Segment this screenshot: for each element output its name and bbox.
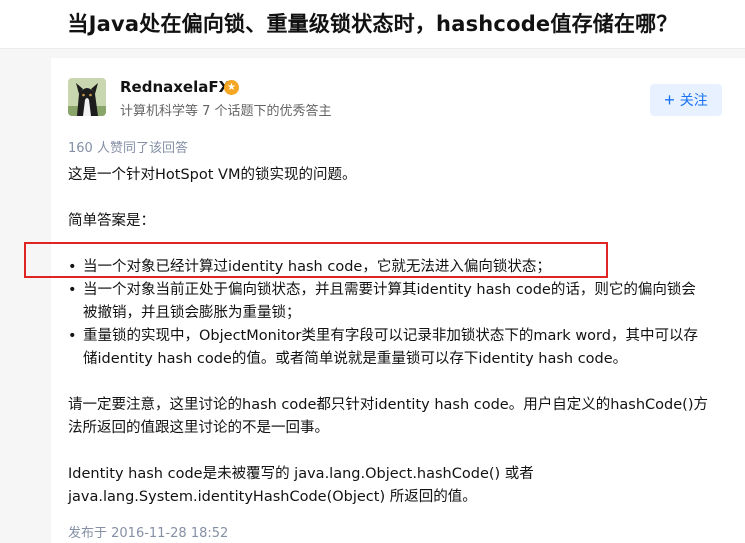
intro-paragraph: 这是一个针对HotSpot VM的锁实现的问题。 <box>68 167 357 183</box>
list-item-line: 被撤销，并且锁会膨胀为重量锁； <box>83 305 301 321</box>
bullet-icon: • <box>68 282 77 298</box>
final-paragraph: Identity hash code是未被覆写的 java.lang.Objec… <box>68 463 534 509</box>
question-header: 当Java处在偏向锁、重量级锁状态时，hashcode值存储在哪？ <box>0 0 745 49</box>
author-avatar[interactable] <box>68 78 106 116</box>
question-title[interactable]: 当Java处在偏向锁、重量级锁状态时，hashcode值存储在哪？ <box>0 0 745 48</box>
short-answer-label: 简单答案是： <box>68 213 155 229</box>
bullet-icon: • <box>68 328 77 344</box>
highlight-annotation-box <box>24 242 608 278</box>
author-headline[interactable]: 计算机科学等 7 个话题下的优秀答主 <box>120 100 332 119</box>
list-item-text: 重量锁的实现中，ObjectMonitor类里有字段可以记录非加锁状态下的mar… <box>83 325 728 371</box>
list-item-text: 当一个对象当前正处于偏向锁状态，并且需要计算其identity hash cod… <box>83 279 728 325</box>
page: 当Java处在偏向锁、重量级锁状态时，hashcode值存储在哪？ Rednax… <box>0 0 745 543</box>
follow-button[interactable]: + 关注 <box>650 84 722 116</box>
answer-card: RednaxelaFX ★ 计算机科学等 7 个话题下的优秀答主 + 关注 16… <box>51 58 745 543</box>
star-glyph: ★ <box>227 82 236 93</box>
note-line: 法所返回的值跟这里讨论的不是一回事。 <box>68 420 329 436</box>
note-line: 请一定要注意，这里讨论的hash code都只针对identity hash c… <box>68 397 708 413</box>
final-line: Identity hash code是未被覆写的 java.lang.Objec… <box>68 466 534 482</box>
list-item-line: 重量锁的实现中，ObjectMonitor类里有字段可以记录非加锁状态下的mar… <box>83 328 698 344</box>
list-item-line: 当一个对象当前正处于偏向锁状态，并且需要计算其identity hash cod… <box>83 282 696 298</box>
final-line: java.lang.System.identityHashCode(Object… <box>68 489 477 505</box>
plus-icon: + <box>664 90 675 110</box>
list-item-line: 储identity hash code的值。或者简单说就是重量锁可以存下iden… <box>83 351 628 367</box>
author-name[interactable]: RednaxelaFX <box>120 78 230 96</box>
follow-label: 关注 <box>679 92 708 108</box>
star-badge-icon[interactable]: ★ <box>224 80 239 95</box>
note-paragraph: 请一定要注意，这里讨论的hash code都只针对identity hash c… <box>68 394 708 440</box>
publish-time[interactable]: 发布于 2016-11-28 18:52 <box>68 522 228 541</box>
vote-count[interactable]: 160 人赞同了该回答 <box>68 137 188 156</box>
